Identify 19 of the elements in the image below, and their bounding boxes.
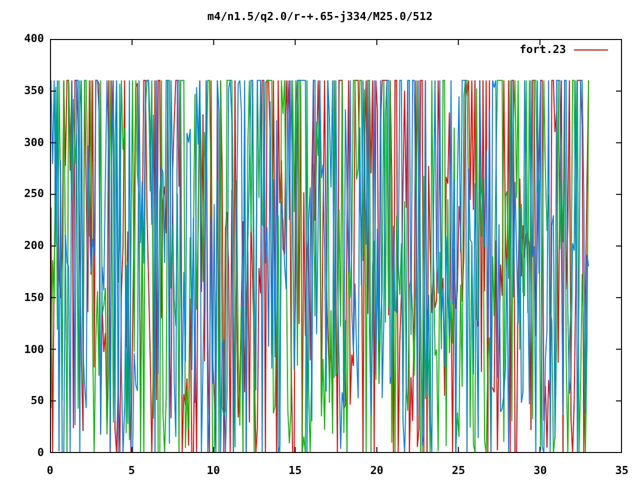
x-tick-label: 0 (46, 464, 54, 478)
x-tick-label: 15 (287, 464, 303, 478)
y-tick-label: 0 (37, 446, 44, 460)
x-tick-label: 30 (532, 464, 548, 478)
y-tick-label: 350 (24, 84, 44, 98)
y-tick-label: 250 (24, 187, 44, 202)
y-tick-label: 200 (24, 239, 44, 253)
y-tick-label: 150 (24, 290, 44, 305)
y-tick-label: 50 (30, 394, 44, 408)
legend-label: fort.23 (520, 43, 566, 57)
x-tick-label: 35 (614, 464, 630, 478)
chart-title: m4/n1.5/q2.0/r-+.65-j334/M25.0/512 (207, 10, 433, 25)
y-tick-label: 400 (24, 32, 44, 46)
x-tick-label: 10 (206, 464, 222, 478)
y-tick-label: 100 (24, 342, 44, 356)
x-tick-label: 5 (127, 464, 136, 478)
x-tick-label: 20 (369, 464, 384, 478)
y-tick-label: 300 (24, 136, 44, 150)
x-tick-label: 25 (450, 464, 466, 478)
